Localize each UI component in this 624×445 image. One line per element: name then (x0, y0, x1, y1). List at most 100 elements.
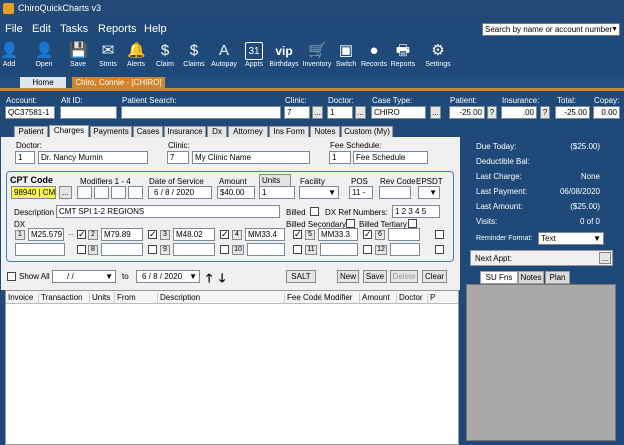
tab-custom[interactable]: Custom (My) (341, 126, 393, 137)
col-modifier[interactable]: Modifier (321, 293, 352, 304)
dx-checkbox[interactable] (220, 229, 229, 239)
dx-code-input[interactable]: M79.89 (101, 228, 143, 241)
epsdt-select[interactable]: ▼ (418, 186, 440, 199)
next-appt-button[interactable]: ... (599, 252, 611, 264)
col-amount[interactable]: Amount (359, 293, 390, 304)
dx-checkbox[interactable] (363, 229, 372, 239)
search-dropdown-icon[interactable]: ▼ (611, 24, 618, 35)
clinic-lookup-button[interactable]: ... (312, 106, 323, 119)
tab-insurance[interactable]: Insurance (164, 126, 206, 137)
dx-checkbox[interactable] (293, 229, 302, 239)
tab-patient-info[interactable]: Patient (14, 126, 48, 137)
doctor-lookup-button[interactable]: ... (355, 106, 366, 119)
dxref-input[interactable]: 1 2 3 4 5 (392, 205, 440, 218)
revcode-input[interactable] (379, 186, 411, 199)
insurance-help-button[interactable]: ? (540, 106, 550, 119)
dx-code-input[interactable] (173, 243, 215, 256)
cpt-code-input[interactable]: 98940 | CM (11, 186, 56, 199)
dx-code-input[interactable] (101, 243, 143, 256)
dx-code-input[interactable] (320, 243, 358, 256)
birthdays-button[interactable]: vip Birthdays (267, 42, 301, 68)
menu-reports[interactable]: Reports (98, 23, 137, 35)
patient-balance-help-button[interactable]: ? (487, 106, 497, 119)
form-clinic-num[interactable]: 7 (167, 151, 189, 164)
menu-tasks[interactable]: Tasks (60, 23, 88, 35)
form-fee-name[interactable]: Fee Schedule (353, 151, 428, 164)
tab-patient[interactable]: Chiro, Connie - [CHIRO] (72, 77, 165, 88)
autopay-button[interactable]: A Autopay (207, 42, 241, 68)
delete-button[interactable]: Delete (390, 270, 418, 283)
add-button[interactable]: 👤 Add (0, 42, 26, 68)
col-from[interactable]: From (114, 293, 136, 304)
col-fee-code[interactable]: Fee Code (284, 293, 322, 304)
dx-checkbox[interactable] (435, 245, 444, 254)
modifier-4-input[interactable] (128, 186, 143, 199)
patient-search-input[interactable] (121, 106, 281, 119)
dx-checkbox[interactable] (148, 245, 157, 254)
charges-grid[interactable]: Invoice Transaction Units From Descripti… (5, 290, 459, 445)
save-button[interactable]: 💾 Save (61, 42, 95, 68)
tab-home[interactable]: Home (20, 77, 66, 88)
salt-button[interactable]: SALT (286, 270, 316, 283)
dx-checkbox[interactable] (293, 245, 302, 254)
facility-select[interactable]: ▼ (299, 186, 339, 199)
tab-charges[interactable]: Charges (49, 125, 89, 137)
tab-plan[interactable]: Plan (545, 271, 570, 284)
clear-button[interactable]: Clear (422, 270, 447, 283)
dx-code-input[interactable]: M48.02 (173, 228, 215, 241)
col-doctor[interactable]: Doctor (396, 293, 423, 304)
dx-checkbox[interactable] (220, 245, 229, 254)
col-transaction[interactable]: Transaction (38, 293, 83, 304)
reminder-format-select[interactable]: Text ▼ (538, 232, 604, 245)
modifier-2-input[interactable] (94, 186, 109, 199)
dx-code-input[interactable] (388, 228, 420, 241)
dx-code-input[interactable]: MM33.3 (318, 228, 358, 241)
col-p[interactable]: P (427, 293, 435, 304)
save-charge-button[interactable]: Save (363, 270, 387, 283)
tab-attorney[interactable]: Attorney (228, 126, 268, 137)
tab-su-fns[interactable]: SU Fns (480, 271, 518, 284)
modifier-3-input[interactable] (111, 186, 126, 199)
search-input[interactable]: Search by name or account number ▼ (482, 23, 620, 36)
from-date-picker[interactable]: / / ▼ (52, 270, 116, 283)
tab-notes[interactable]: Notes (310, 126, 340, 137)
arrow-up-icon[interactable]: 🡑 (206, 269, 212, 290)
menu-edit[interactable]: Edit (32, 23, 51, 35)
tab-ins-form[interactable]: Ins Form (269, 126, 309, 137)
billed-tertiary-checkbox[interactable] (408, 219, 417, 228)
form-clinic-name[interactable]: My Clinic Name (192, 151, 310, 164)
arrow-down-icon[interactable]: 🡓 (219, 269, 225, 290)
date-of-service-picker[interactable]: 6 / 8 / 2020 (148, 186, 212, 199)
tab-dx[interactable]: Dx (207, 126, 227, 137)
form-fee-num[interactable]: 1 (329, 151, 351, 164)
form-doctor-num[interactable]: 1 (15, 151, 35, 164)
reports-button[interactable]: 🖶 Reports (386, 42, 420, 68)
tab-right-notes[interactable]: Notes (518, 271, 544, 284)
billed-checkbox[interactable] (310, 207, 319, 216)
col-invoice[interactable]: Invoice (6, 293, 33, 304)
dx-code-input[interactable] (247, 243, 285, 256)
dx-code-input[interactable]: MM33.4 (245, 228, 285, 241)
account-field[interactable]: QC37581-1 (5, 106, 55, 119)
dx-code-input[interactable] (15, 243, 65, 256)
billed-secondary-checkbox[interactable] (346, 219, 355, 228)
dx-code-input[interactable] (390, 243, 420, 256)
dx-lookup-button[interactable]: ... (66, 230, 76, 240)
new-button[interactable]: New (337, 270, 359, 283)
col-units[interactable]: Units (89, 293, 110, 304)
form-doctor-name[interactable]: Dr. Nancy Murnin (38, 151, 148, 164)
dx-code-input[interactable]: M25.579 (28, 228, 64, 241)
tab-payments[interactable]: Payments (90, 126, 132, 137)
to-date-picker[interactable]: 6 / 8 / 2020 ▼ (136, 270, 200, 283)
dx-checkbox[interactable] (77, 229, 86, 239)
cpt-lookup-button[interactable]: ... (59, 186, 72, 199)
units-input[interactable]: 1 (259, 186, 295, 199)
altid-field[interactable] (60, 106, 117, 119)
show-all-checkbox[interactable] (7, 272, 16, 281)
pos-select[interactable]: 11 - (349, 186, 373, 199)
modifier-1-input[interactable] (77, 186, 92, 199)
casetype-lookup-button[interactable]: ... (430, 106, 441, 119)
open-button[interactable]: 👤 Open (27, 42, 61, 68)
casetype-field[interactable]: CHIRO (371, 106, 426, 119)
settings-button[interactable]: ⚙ Settings (421, 42, 455, 68)
